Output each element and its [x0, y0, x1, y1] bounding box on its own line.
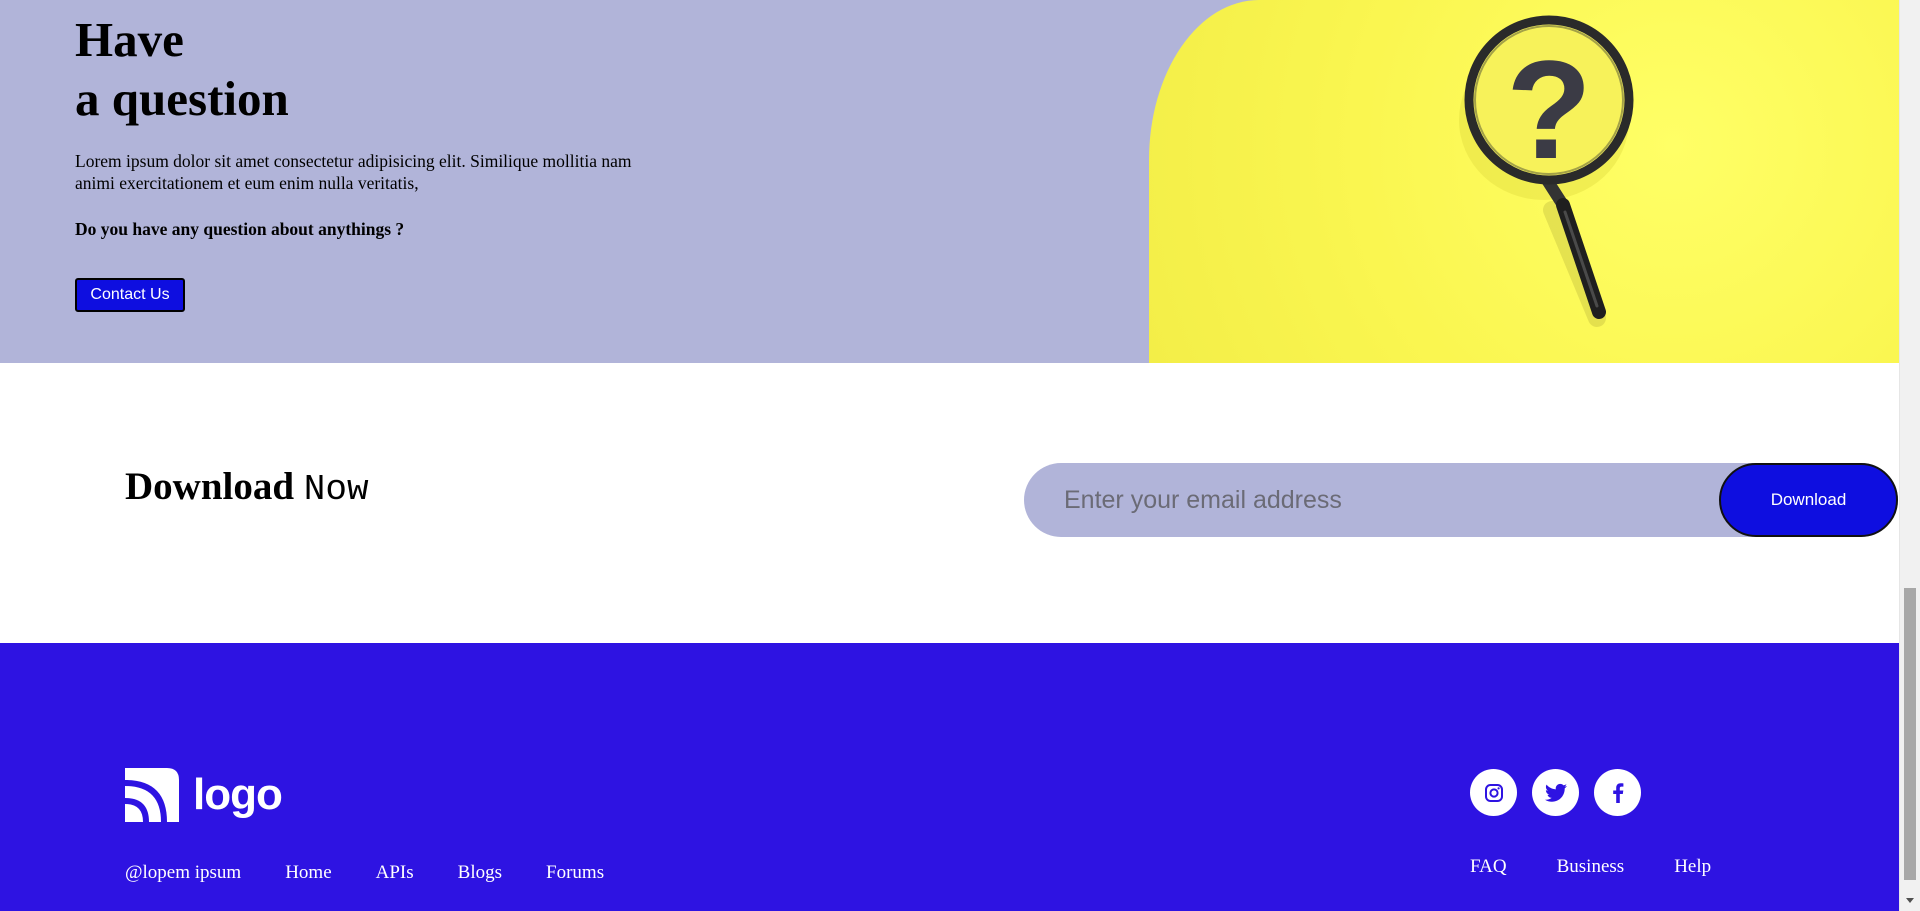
- scroll-down-arrow-icon[interactable]: [1906, 898, 1914, 903]
- logo-text: logo: [193, 769, 283, 819]
- download-button[interactable]: Download: [1719, 463, 1898, 537]
- hero-title: Have a question: [75, 10, 289, 128]
- twitter-button[interactable]: [1532, 769, 1579, 816]
- download-title-bold: Download: [125, 465, 295, 508]
- footer-link-faq[interactable]: FAQ: [1470, 856, 1507, 878]
- hero-title-line2: a question: [75, 71, 289, 126]
- magnifying-glass-question-image: ?: [1149, 0, 1899, 363]
- footer-link-business[interactable]: Business: [1557, 856, 1625, 878]
- hero-question: Do you have any question about anythings…: [75, 219, 405, 239]
- facebook-icon: [1612, 782, 1623, 803]
- footer-link-home[interactable]: Home: [285, 862, 331, 884]
- footer: logo @lopem ipsum Home APIs Blogs Forums: [0, 643, 1899, 911]
- footer-nav-left: @lopem ipsum Home APIs Blogs Forums: [125, 862, 604, 884]
- instagram-button[interactable]: [1470, 769, 1517, 816]
- svg-text:?: ?: [1506, 31, 1592, 188]
- download-title-mono: Now: [303, 469, 369, 510]
- contact-us-button[interactable]: Contact Us: [75, 278, 185, 312]
- magnifying-glass-question-icon: ?: [1459, 15, 1634, 327]
- footer-link-blogs[interactable]: Blogs: [458, 862, 502, 884]
- hero-title-line1: Have: [75, 12, 184, 67]
- footer-link-help[interactable]: Help: [1674, 856, 1711, 878]
- facebook-button[interactable]: [1594, 769, 1641, 816]
- question-hero: Have a question Lorem ipsum dolor sit am…: [0, 0, 1899, 363]
- download-title: Download Now: [125, 462, 369, 515]
- hero-description: Lorem ipsum dolor sit amet consectetur a…: [75, 151, 632, 193]
- footer-link-forums[interactable]: Forums: [546, 862, 604, 884]
- footer-link-apis[interactable]: APIs: [376, 862, 414, 884]
- vertical-scrollbar[interactable]: [1899, 0, 1920, 911]
- instagram-icon: [1484, 783, 1503, 802]
- footer-logo[interactable]: logo: [125, 767, 283, 822]
- page: Have a question Lorem ipsum dolor sit am…: [0, 0, 1920, 911]
- twitter-icon: [1544, 783, 1567, 802]
- social-links: [1470, 769, 1641, 816]
- scrollbar-thumb[interactable]: [1904, 588, 1916, 880]
- logo-icon: [125, 767, 179, 822]
- copyright-text: @lopem ipsum: [125, 862, 242, 883]
- footer-nav-right: FAQ Business Help: [1470, 856, 1711, 878]
- email-input[interactable]: [1064, 475, 1704, 525]
